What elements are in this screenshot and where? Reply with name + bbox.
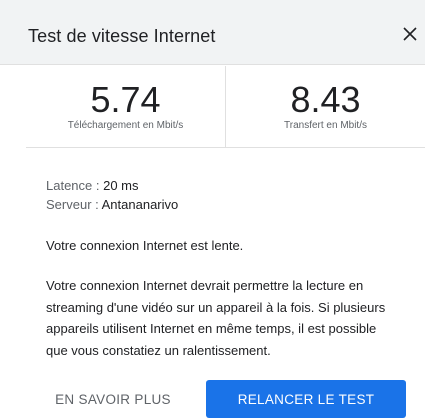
download-speed-label: Téléchargement en Mbit/s: [67, 120, 184, 131]
dialog-title: Test de vitesse Internet: [28, 26, 216, 46]
server-value: Antananarivo: [101, 197, 179, 212]
connection-details-message: Votre connexion Internet devrait permett…: [46, 278, 386, 358]
server-label: Serveur :: [46, 197, 102, 212]
download-metric: 5.74 Téléchargement en Mbit/s: [26, 66, 225, 147]
dialog-header: Test de vitesse Internet: [0, 0, 425, 65]
connection-status-message: Votre connexion Internet est lente.: [46, 238, 244, 253]
close-icon: [403, 27, 417, 41]
upload-speed-label: Transfert en Mbit/s: [284, 120, 367, 131]
close-button[interactable]: [398, 22, 422, 46]
download-speed-value: 5.74: [90, 79, 161, 120]
latency-value: 20 ms: [103, 178, 139, 193]
connection-info: Latence : 20 ms Serveur : Antananarivo: [46, 176, 178, 214]
server-row: Serveur : Antananarivo: [46, 195, 178, 214]
latency-label: Latence :: [46, 178, 104, 193]
learn-more-button[interactable]: EN SAVOIR PLUS: [38, 380, 188, 418]
upload-speed-value: 8.43: [290, 79, 361, 120]
upload-metric: 8.43 Transfert en Mbit/s: [225, 66, 425, 147]
retest-button[interactable]: RELANCER LE TEST: [206, 380, 406, 418]
speed-metrics: 5.74 Téléchargement en Mbit/s 8.43 Trans…: [26, 66, 425, 148]
latency-row: Latence : 20 ms: [46, 176, 178, 195]
